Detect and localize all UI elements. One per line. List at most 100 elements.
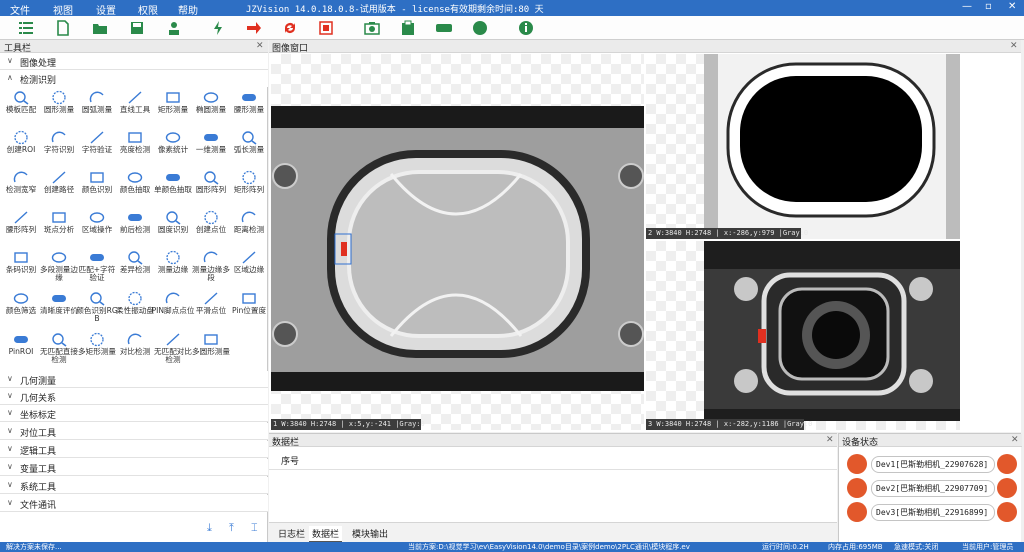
tool-item[interactable]: 圆形测量: [40, 88, 78, 124]
close-window-button[interactable]: ✕: [1008, 1, 1016, 12]
close-icon[interactable]: ✕: [826, 435, 834, 445]
user-icon[interactable]: [164, 18, 184, 38]
tool-item[interactable]: 单颜色抽取: [154, 168, 192, 204]
camera-icon[interactable]: [847, 454, 867, 474]
category-system[interactable]: ∨ 系统工具: [0, 477, 268, 494]
tool-item[interactable]: 直线工具: [116, 88, 154, 124]
tool-item[interactable]: Pin位置度: [230, 289, 268, 325]
move-up-icon[interactable]: ⤒: [229, 521, 234, 535]
tool-item[interactable]: 圆弧测量: [78, 88, 116, 124]
tool-item[interactable]: 区域操作: [78, 208, 116, 244]
tool-item[interactable]: 字符验证: [78, 128, 116, 164]
tool-item[interactable]: 区域边缘: [230, 248, 268, 284]
category-var[interactable]: ∨ 变量工具: [0, 459, 268, 476]
menu-view[interactable]: 视图: [53, 2, 73, 17]
close-icon[interactable]: ✕: [1011, 435, 1019, 445]
tool-item[interactable]: 检测宽窄: [2, 168, 40, 204]
category-detect[interactable]: ∧ 检测识别: [0, 70, 268, 87]
tool-item[interactable]: 创建ROI: [2, 128, 40, 164]
image-view-3[interactable]: 3 W:3840 H:2748 | x:-282,y:1186 |Gray:0: [646, 241, 960, 430]
save-icon[interactable]: [127, 18, 147, 38]
tool-item[interactable]: 多矩形测量: [78, 330, 116, 366]
menu-help[interactable]: 帮助: [178, 2, 198, 17]
loop-run-icon[interactable]: [280, 18, 300, 38]
menu-permission[interactable]: 权限: [138, 2, 158, 17]
tool-item[interactable]: 对比检测: [116, 330, 154, 366]
tool-item[interactable]: PIN脚点点位: [152, 289, 194, 325]
stop-icon[interactable]: [316, 18, 336, 38]
new-file-icon[interactable]: [53, 18, 73, 38]
tool-item[interactable]: 矩形测量: [154, 88, 192, 124]
tool-item[interactable]: 腰形阵列: [2, 208, 40, 244]
tool-item[interactable]: 创建路径: [40, 168, 78, 204]
tool-item[interactable]: 柔性振动盘: [116, 289, 154, 325]
tool-item[interactable]: 弧长测量: [230, 128, 268, 164]
tool-item[interactable]: 多段测量边缘: [40, 248, 78, 284]
info-icon[interactable]: [516, 18, 536, 38]
tool-item[interactable]: 差异检测: [116, 248, 154, 284]
tool-item[interactable]: 圆度识别: [154, 208, 192, 244]
tcp-icon[interactable]: [434, 18, 454, 38]
category-coord[interactable]: ∨ 坐标标定: [0, 405, 268, 422]
tab-data[interactable]: 数据栏: [309, 526, 343, 543]
plugin-icon[interactable]: [470, 18, 490, 38]
menu-file[interactable]: 文件: [10, 2, 30, 17]
category-align[interactable]: ∨ 对位工具: [0, 423, 268, 440]
minimize-button[interactable]: —: [962, 1, 972, 12]
category-comm[interactable]: ∨ 文件通讯: [0, 495, 268, 512]
tool-item[interactable]: 匹配+字符验证: [78, 248, 116, 284]
tool-item[interactable]: 亮度检测: [116, 128, 154, 164]
text-cursor-icon[interactable]: ⌶: [251, 521, 258, 535]
close-icon[interactable]: ✕: [1010, 41, 1018, 51]
tab-log[interactable]: 日志栏: [275, 526, 308, 541]
image-view-1[interactable]: 1 W:3840 H:2748 | x:5,y:-241 |Gray:0: [271, 54, 644, 430]
close-icon[interactable]: ✕: [256, 41, 264, 51]
tool-item[interactable]: 前后检测: [116, 208, 154, 244]
category-logic[interactable]: ∨ 逻辑工具: [0, 441, 268, 458]
tool-item[interactable]: 像素统计: [154, 128, 192, 164]
tool-item[interactable]: 字符识别: [40, 128, 78, 164]
maximize-button[interactable]: ▫: [985, 1, 992, 12]
tool-item[interactable]: 斑点分析: [40, 208, 78, 244]
category-image-proc[interactable]: ∨ 图像处理: [0, 53, 268, 70]
camera-icon[interactable]: [847, 478, 867, 498]
tool-item[interactable]: 圆形阵列: [192, 168, 230, 204]
tool-item[interactable]: 平滑点位: [192, 289, 230, 325]
tool-item[interactable]: 腰形测量: [230, 88, 268, 124]
tool-item[interactable]: 条码识别: [2, 248, 40, 284]
tool-item[interactable]: 创建点位: [192, 208, 230, 244]
column-index-header[interactable]: 序号: [281, 454, 299, 467]
move-down-icon[interactable]: ⤓: [207, 521, 212, 535]
device-settings-icon[interactable]: [997, 502, 1017, 522]
tool-item[interactable]: 测量边缘多段: [192, 248, 230, 284]
tool-item[interactable]: 矩形阵列: [230, 168, 268, 204]
tool-item[interactable]: 椭圆测量: [192, 88, 230, 124]
tool-item[interactable]: 颜色识别: [78, 168, 116, 204]
tool-item[interactable]: 无匹配直接检测: [40, 330, 78, 366]
device-settings-icon[interactable]: [997, 454, 1017, 474]
camera-icon[interactable]: [847, 502, 867, 522]
tool-item[interactable]: 无匹配对比检测: [154, 330, 192, 366]
menu-settings[interactable]: 设置: [96, 2, 116, 17]
tool-item[interactable]: PinROI: [2, 330, 40, 366]
tool-item[interactable]: 颜色筛选: [2, 289, 40, 325]
image-view-2[interactable]: 2 W:3840 H:2748 | x:-286,y:979 |Gray:0: [646, 54, 960, 239]
tab-module-output[interactable]: 模块输出: [349, 526, 391, 541]
run-once-icon[interactable]: [208, 18, 228, 38]
list-icon[interactable]: [16, 18, 36, 38]
tool-item[interactable]: 一维测量: [192, 128, 230, 164]
tool-item[interactable]: 距离检测: [230, 208, 268, 244]
clipboard-icon[interactable]: [398, 18, 418, 38]
tool-item[interactable]: 清晰度评价: [40, 289, 78, 325]
category-geom-measure[interactable]: ∨ 几何测量: [0, 371, 268, 388]
tool-item[interactable]: 颜色识别RGB: [76, 289, 118, 325]
open-folder-icon[interactable]: [90, 18, 110, 38]
arrow-right-icon[interactable]: [244, 18, 264, 38]
camera-icon[interactable]: [362, 18, 382, 38]
category-geom-relation[interactable]: ∨ 几何关系: [0, 388, 268, 405]
device-settings-icon[interactable]: [997, 478, 1017, 498]
tool-item[interactable]: 多圆形测量: [192, 330, 230, 366]
tool-item[interactable]: 颜色抽取: [116, 168, 154, 204]
tool-item[interactable]: 测量边缘: [154, 248, 192, 284]
tool-item[interactable]: 模板匹配: [2, 88, 40, 124]
